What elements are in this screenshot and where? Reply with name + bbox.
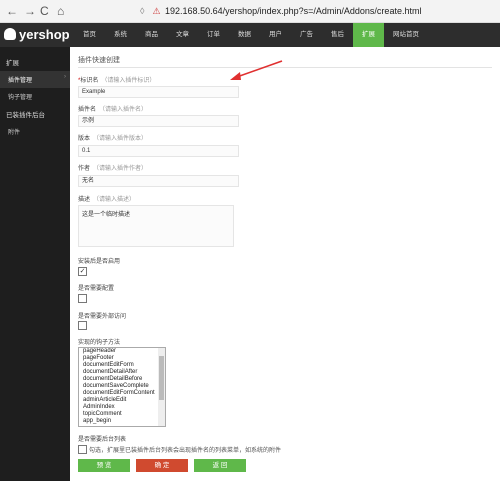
url-text: 192.168.50.64/yershop/index.php?s=/Admin… [165, 6, 422, 16]
external-checkbox[interactable] [78, 321, 87, 330]
sidebar-header-extension: 扩展 [6, 60, 19, 67]
sidebar-item-attachment[interactable]: 附件 [0, 123, 70, 140]
shield-icon: ◊ [140, 6, 145, 16]
author-input[interactable]: 无名 [78, 175, 239, 187]
menu-goods[interactable]: 商品 [136, 23, 167, 47]
home-icon[interactable]: ⌂ [57, 4, 64, 18]
name-input[interactable]: Example [78, 86, 239, 98]
menu-system[interactable]: 系统 [105, 23, 136, 47]
menu-order[interactable]: 订单 [198, 23, 229, 47]
list-item[interactable]: app_begin [79, 418, 165, 425]
divider [78, 67, 492, 68]
list-item[interactable]: documentEditForm [79, 362, 165, 369]
admin-list-description: 勾选，扩展里已装插件后台列表会出现插件名的列表菜单，如系统的附件 [89, 448, 282, 454]
menu-ads[interactable]: 广告 [291, 23, 322, 47]
config-label: 是否需要配置 [78, 286, 115, 292]
top-navigation: yershop 首页 系统 商品 文章 订单 数据 用户 广告 售后 扩展 网站… [0, 23, 500, 47]
list-item[interactable]: pageFooter [79, 355, 165, 362]
menu-data[interactable]: 数据 [229, 23, 260, 47]
reload-icon[interactable]: C [40, 4, 49, 18]
sidebar-item-plugin-manage[interactable]: 插件管理 › [0, 71, 70, 88]
menu-extension[interactable]: 扩展 [353, 23, 384, 47]
back-button[interactable]: 返 回 [194, 459, 246, 472]
author-label: 作者 （请输入插件作者） [78, 166, 148, 172]
list-item[interactable]: AdminIndex [79, 404, 165, 411]
menu-aftersale[interactable]: 售后 [322, 23, 353, 47]
page-title: 插件快速创建 [78, 57, 120, 64]
sidebar-header-installed: 已装插件后台 [6, 112, 45, 119]
description-textarea[interactable]: 这是一个临时描述 [78, 205, 234, 247]
owl-icon [4, 28, 16, 40]
sidebar-item-label: 插件管理 [8, 78, 33, 84]
browser-toolbar: ← → C ⌂ ◊ ⚠ 192.168.50.64/yershop/index.… [0, 0, 500, 23]
menu-home[interactable]: 首页 [74, 23, 105, 47]
version-input[interactable]: 0.1 [78, 145, 239, 157]
listbox-scrollbar[interactable] [158, 348, 165, 426]
admin-list-label: 是否需要后台列表 [78, 437, 127, 443]
description-label: 描述 （请输入描述） [78, 197, 136, 203]
scrollbar-thumb[interactable] [159, 356, 164, 400]
list-item[interactable]: documentDetailBefore [79, 376, 165, 383]
list-item[interactable]: topicComment [79, 411, 165, 418]
menu-user[interactable]: 用户 [260, 23, 291, 47]
version-label: 版本 （请输入插件版本） [78, 136, 148, 142]
hooks-listbox[interactable]: pageHeader pageFooter documentEditForm d… [78, 347, 166, 427]
external-label: 是否需要外部访问 [78, 314, 127, 320]
title-label: 插件名 （请输入插件名） [78, 107, 148, 113]
menu-site-home[interactable]: 网站首页 [384, 23, 428, 47]
confirm-button[interactable]: 确 定 [136, 459, 188, 472]
admin-list-checkbox[interactable] [78, 445, 87, 454]
list-item[interactable]: documentSaveComplete [79, 383, 165, 390]
back-icon[interactable]: ← [6, 4, 18, 18]
list-item[interactable]: documentDetailAfter [79, 369, 165, 376]
logo[interactable]: yershop [4, 26, 70, 44]
enable-label: 安装后是否启用 [78, 259, 121, 265]
brand-name: yershop [19, 27, 70, 42]
sidebar-item-hook-manage[interactable]: 钩子管理 [0, 88, 70, 105]
annotation-arrow-icon [230, 60, 283, 80]
sidebar-item-label: 附件 [8, 130, 21, 136]
chevron-right-icon: › [64, 74, 66, 80]
list-item[interactable]: pageHeader [79, 348, 165, 355]
insecure-lock-icon: ⚠ [152, 6, 161, 16]
preview-button[interactable]: 预 览 [78, 459, 130, 472]
address-bar[interactable]: ◊ ⚠ 192.168.50.64/yershop/index.php?s=/A… [140, 3, 495, 19]
forward-icon[interactable]: → [24, 4, 36, 18]
main-content: 插件快速创建 *标识名 （请输入插件标识） Example 插件名 （请输入插件名）… [70, 47, 500, 481]
config-checkbox[interactable] [78, 294, 87, 303]
menu-article[interactable]: 文章 [167, 23, 198, 47]
main-menu: 首页 系统 商品 文章 订单 数据 用户 广告 售后 扩展 网站首页 [74, 23, 428, 47]
name-label: *标识名 （请输入插件标识） [78, 78, 156, 84]
list-item[interactable]: documentEditFormContent [79, 390, 165, 397]
title-input[interactable]: 示例 [78, 115, 239, 127]
sidebar: 扩展 插件管理 › 钩子管理 已装插件后台 附件 [0, 47, 70, 481]
enable-checkbox[interactable]: ✓ [78, 267, 87, 276]
list-item[interactable]: adminArticleEdit [79, 397, 165, 404]
hooks-label: 实现的钩子方法 [78, 340, 121, 346]
sidebar-item-label: 钩子管理 [8, 95, 33, 101]
